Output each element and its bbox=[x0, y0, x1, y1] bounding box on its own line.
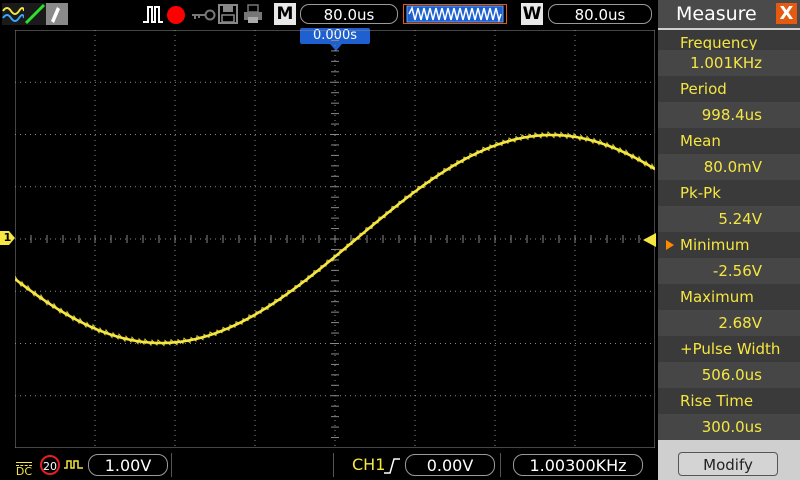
timebase-readout[interactable]: 80.0us bbox=[300, 4, 398, 24]
selected-arrow-icon bbox=[666, 240, 674, 250]
measure-value-pk-pk: 5.24V bbox=[658, 206, 800, 232]
waveform-icon[interactable] bbox=[2, 3, 24, 25]
measure-item-rise-time[interactable]: Rise Time bbox=[658, 388, 800, 414]
trigger-level-arrow-icon[interactable] bbox=[643, 233, 656, 247]
graticule bbox=[15, 30, 655, 448]
trigger-source-label[interactable]: CH1 bbox=[352, 454, 385, 476]
print-icon[interactable] bbox=[242, 3, 264, 25]
measure-title: Measure bbox=[676, 3, 757, 25]
mode-indicator[interactable]: M bbox=[274, 3, 296, 25]
measure-value-maximum: 2.68V bbox=[658, 310, 800, 336]
measure-item-minimum-label: Minimum bbox=[680, 236, 750, 254]
window-indicator[interactable]: W bbox=[521, 3, 543, 25]
save-icon[interactable] bbox=[217, 3, 239, 25]
plot-area bbox=[15, 30, 655, 448]
measure-panel: Measure X Frequency 1.001KHz Period 998.… bbox=[658, 0, 800, 480]
ch1-marker[interactable]: 1 bbox=[0, 231, 15, 245]
separator bbox=[171, 453, 172, 477]
top-toolbar: M 80.0us W 80.0us bbox=[0, 0, 658, 28]
trigger-level-readout[interactable]: 0.00V bbox=[405, 454, 495, 476]
waveform-display[interactable] bbox=[15, 30, 655, 448]
trigger-frequency-readout: 1.00300KHz bbox=[513, 454, 643, 476]
bandwidth-limit-badge[interactable]: 20 bbox=[40, 455, 60, 475]
coupling-icon[interactable]: DC bbox=[14, 455, 34, 478]
measure-value-mean: 80.0mV bbox=[658, 154, 800, 180]
measure-item-pulse-width[interactable]: +Pulse Width bbox=[658, 336, 800, 362]
probe-icon[interactable] bbox=[46, 3, 68, 25]
status-bar: DC 20 1.00V CH1 0.00V 1.00300KHz bbox=[0, 450, 658, 480]
rising-edge-icon[interactable] bbox=[383, 456, 401, 476]
measure-value-minimum: -2.56V bbox=[658, 258, 800, 284]
measure-item-maximum[interactable]: Maximum bbox=[658, 284, 800, 310]
measure-item-pk-pk[interactable]: Pk-Pk bbox=[658, 180, 800, 206]
volts-per-div-readout[interactable]: 1.00V bbox=[88, 454, 168, 476]
record-icon[interactable] bbox=[165, 3, 187, 25]
coupling-label: DC bbox=[15, 465, 33, 478]
close-button[interactable]: X bbox=[776, 3, 797, 24]
measure-value-pulse-width: 506.0us bbox=[658, 362, 800, 388]
key-icon[interactable] bbox=[190, 3, 216, 25]
invert-icon[interactable] bbox=[63, 456, 85, 474]
measure-header: Measure X bbox=[658, 0, 800, 28]
measure-item-mean[interactable]: Mean bbox=[658, 128, 800, 154]
separator bbox=[500, 453, 501, 477]
measure-item-period[interactable]: Period bbox=[658, 76, 800, 102]
ramp-icon[interactable] bbox=[24, 3, 46, 25]
measure-value-frequency: 1.001KHz bbox=[658, 50, 800, 76]
measure-item-minimum[interactable]: Minimum bbox=[658, 232, 800, 258]
separator bbox=[333, 453, 334, 477]
measure-value-rise-time: 300.0us bbox=[658, 414, 800, 440]
trigger-pulse-icon[interactable] bbox=[142, 3, 164, 25]
measure-value-period: 998.4us bbox=[658, 102, 800, 128]
window-timebase-readout[interactable]: 80.0us bbox=[548, 4, 652, 24]
memory-window-bar[interactable] bbox=[403, 3, 507, 25]
modify-button[interactable]: Modify bbox=[678, 452, 778, 476]
